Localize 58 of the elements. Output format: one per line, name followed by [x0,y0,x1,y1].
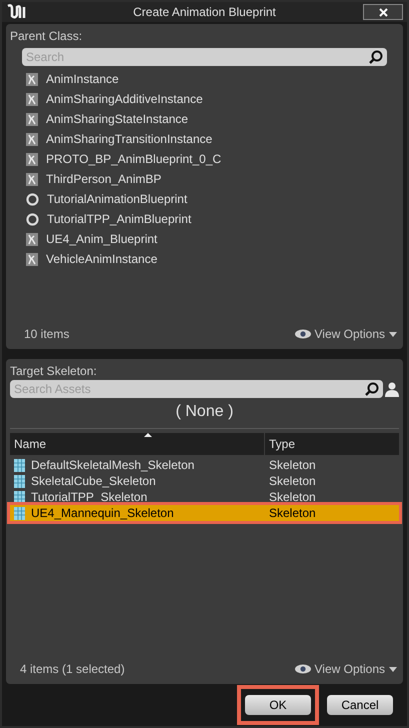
class-list-item[interactable]: AnimSharingAdditiveInstance [26,89,399,109]
animation-icon [26,252,38,266]
selected-asset-label: ( None ) [174,402,234,422]
animation-icon [26,232,38,246]
close-button[interactable] [363,4,403,20]
class-list-item[interactable]: VehicleAnimInstance [26,249,399,269]
grid-icon [14,474,25,488]
class-list-item[interactable]: AnimInstance [26,69,399,89]
grid-icon [14,458,25,472]
table-cell-text: DefaultSkeletalMesh_Skeleton [31,457,194,474]
grid-icon [14,490,25,504]
skeleton-row[interactable]: TutorialTPP_Skeleton Skeleton [10,489,399,505]
class-list-item[interactable]: TutorialTPP_AnimBlueprint [26,209,399,229]
table-cell-text: Skeleton [268,489,316,506]
eye-icon [294,329,311,339]
circle-icon [26,192,39,206]
view-options-button[interactable]: View Options [294,660,397,678]
table-cell-text: SkeletalCube_Skeleton [31,473,156,490]
search-icon [369,50,383,64]
section-label: Parent Class: [10,28,84,45]
table-cell-text: Skeleton [268,473,316,490]
table-cell-text: TutorialTPP_Skeleton [31,489,148,506]
skeleton-row[interactable]: SkeletalCube_Skeleton Skeleton [10,473,399,489]
class-list-item[interactable]: UE4_Anim_Blueprint [26,229,399,249]
table-cell-text: UE4_Mannequin_Skeleton [31,505,174,522]
table-cell-text: Skeleton [268,457,316,474]
window-title: Create Animation Blueprint [132,4,277,21]
column-header[interactable]: Type [265,433,399,455]
item-count: 4 items (1 selected) [20,661,125,678]
view-options-button[interactable]: View Options [294,325,397,343]
class-list-item[interactable]: TutorialAnimationBlueprint [26,189,399,209]
animation-icon [26,152,38,166]
section-label: Target Skeleton: [10,363,98,380]
animation-icon [26,72,38,86]
caret-icon [389,666,397,672]
dialog-button[interactable]: Cancel [327,695,393,715]
person-icon[interactable] [385,381,399,397]
logo-icon [6,4,28,20]
close-icon [378,8,388,16]
animation-icon [26,132,38,146]
class-list-item[interactable]: AnimSharingStateInstance [26,109,399,129]
animation-icon [26,112,38,126]
item-count: 10 items [24,326,70,343]
animation-icon [26,92,38,106]
caret-icon [389,332,397,336]
animation-icon [26,172,38,186]
skeleton-row[interactable]: DefaultSkeletalMesh_Skeleton Skeleton [10,457,399,473]
eye-icon [294,664,311,674]
class-list-item[interactable]: ThirdPerson_AnimBP [26,169,399,189]
table-cell-text: Skeleton [268,505,316,522]
search-icon [365,382,379,396]
circle-icon [26,212,39,226]
grid-icon [14,506,25,520]
dialog-button[interactable]: OK [245,695,311,715]
skeleton-row[interactable]: UE4_Mannequin_Skeleton Skeleton [10,505,399,521]
sort-arrow-icon [144,433,152,437]
class-list-item[interactable]: AnimSharingTransitionInstance [26,129,399,149]
class-list-item[interactable]: PROTO_BP_AnimBlueprint_0_C [26,149,399,169]
